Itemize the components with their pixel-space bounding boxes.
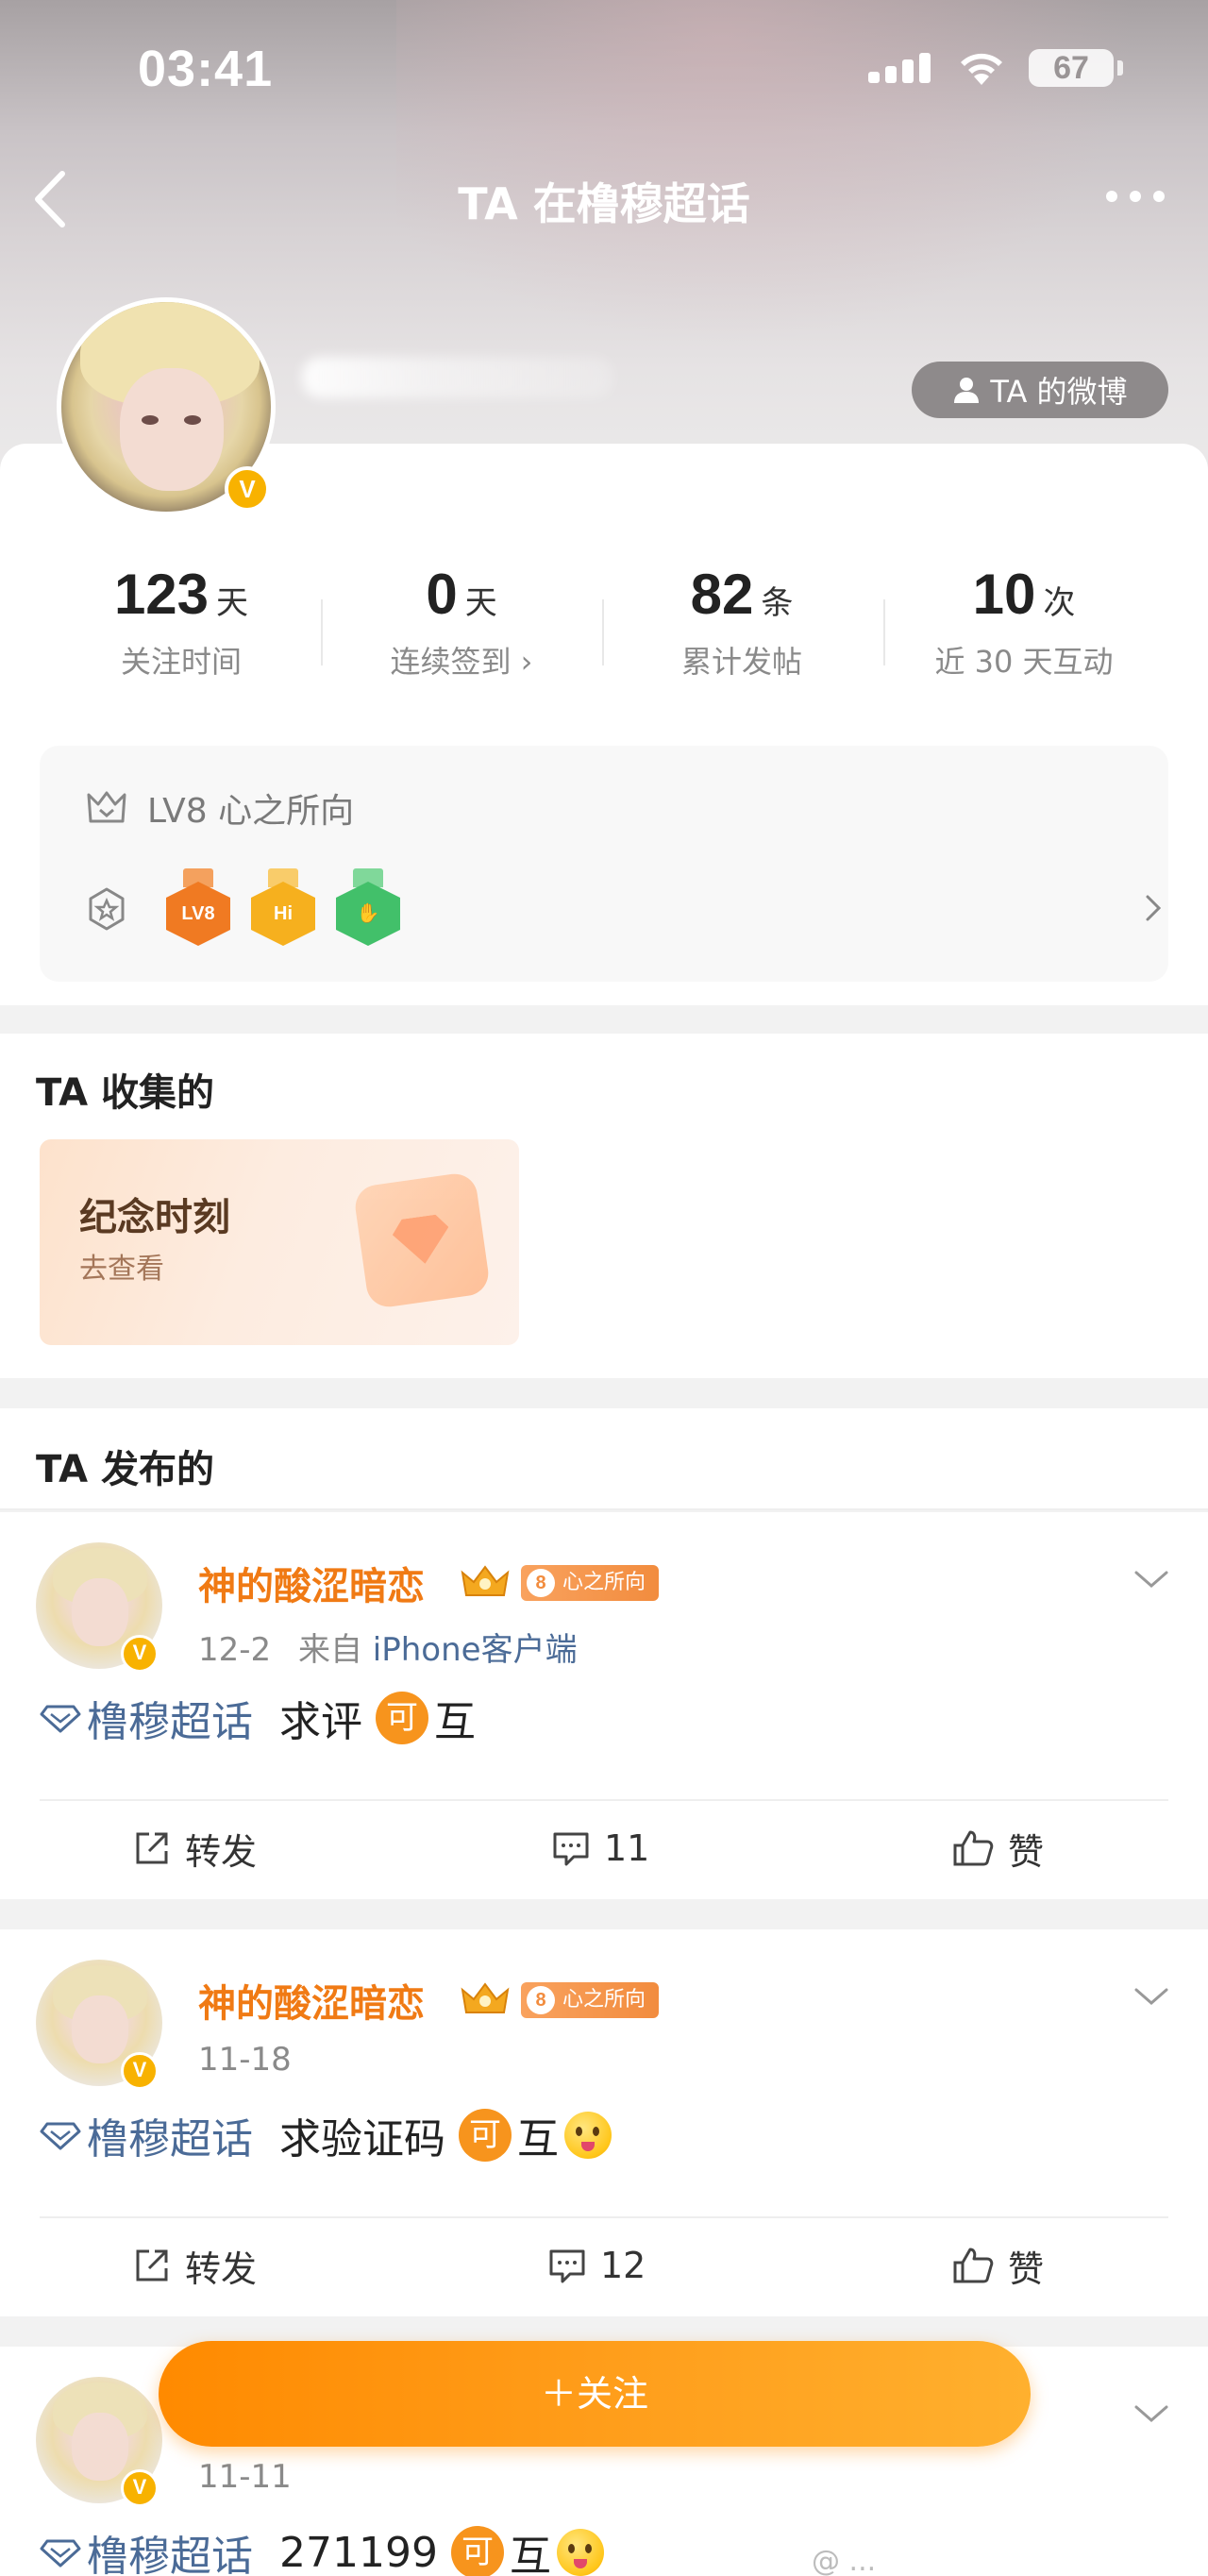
memory-moments-card[interactable]: 纪念时刻 去查看 xyxy=(40,1139,519,1345)
username-blurred xyxy=(302,357,613,398)
status-bar: 03:41 67 xyxy=(0,0,1208,142)
collected-section: TA 收集的 纪念时刻 去查看 xyxy=(0,1034,1208,1378)
verified-badge-icon: V xyxy=(121,2052,159,2090)
more-options-icon[interactable] xyxy=(1102,179,1168,217)
medal-icon xyxy=(89,887,125,931)
stat-total-posts: 82 条 累计发帖 xyxy=(680,563,802,680)
post-content: 橹穆超话 求评 可 互 xyxy=(40,1690,476,1746)
comment-icon xyxy=(549,2249,585,2283)
medal-hi[interactable]: Hi xyxy=(251,868,315,948)
post-author-name[interactable]: 神的酸涩暗恋 xyxy=(198,1973,425,2028)
topic-link[interactable]: 橹穆超话 xyxy=(40,2522,253,2576)
post-actions: 转发 12 赞 xyxy=(0,2218,1208,2313)
stat-checkin[interactable]: 0天 连续签到 › xyxy=(320,562,603,682)
collected-title: TA 收集的 xyxy=(36,1071,215,1115)
published-section-header: TA 发布的 xyxy=(0,1408,1208,1510)
divider xyxy=(321,599,323,665)
stat-follow-time: 123 天 关注时间 xyxy=(113,563,249,680)
ke-emoji-icon: 可 xyxy=(376,1692,428,1744)
crown-icon xyxy=(461,1982,510,2013)
ke-emoji-icon: 可 xyxy=(459,2109,512,2162)
post-text: 求评 xyxy=(279,1698,362,1746)
post-text: 271199 xyxy=(279,2528,438,2576)
like-button[interactable]: 赞 xyxy=(951,2218,1044,2313)
post-actions: 转发 11 赞 xyxy=(0,1801,1208,1895)
repost-button[interactable]: 转发 xyxy=(132,1801,257,1895)
stats-row: 123 天 关注时间 0天 连续签到 › 82 条 累计发帖 10 次 近 30 天互… xyxy=(0,562,1208,694)
tongue-emoji-icon xyxy=(564,2112,612,2159)
repost-button[interactable]: 转发 xyxy=(132,2218,257,2313)
post-text-tail: 互 xyxy=(509,2533,551,2576)
verified-badge-icon: V xyxy=(121,1635,159,1673)
calendar-heart-icon xyxy=(352,1170,492,1310)
tongue-emoji-icon xyxy=(556,2529,604,2576)
chevron-right-icon xyxy=(1146,895,1162,921)
medal-lv8[interactable]: LV8 xyxy=(166,868,230,948)
verified-badge-icon: V xyxy=(121,2469,159,2507)
post-text-tail: 互 xyxy=(434,1698,476,1746)
level-medal-panel[interactable]: LV8 心之所向 LV8 Hi ✋ xyxy=(40,746,1168,982)
diamond-icon xyxy=(40,2122,81,2150)
ke-emoji-icon: 可 xyxy=(450,2526,504,2576)
ta-weibo-button[interactable]: TA 的微博 xyxy=(912,362,1168,418)
divider xyxy=(883,599,885,665)
memory-card-link: 去查看 xyxy=(79,1253,164,1286)
comment-icon xyxy=(553,1832,589,1866)
post-card[interactable]: V 神的酸涩暗恋 8 心之所向 11-18 橹穆超话 求验证码 可 互 转发 1… xyxy=(0,1929,1208,2316)
share-icon xyxy=(136,2249,168,2281)
topic-link[interactable]: 橹穆超话 xyxy=(40,1688,253,1748)
published-title: TA 发布的 xyxy=(36,1448,215,1491)
post-text: 求验证码 xyxy=(279,2115,445,2164)
chevron-down-icon[interactable] xyxy=(1132,1565,1170,1593)
nav-bar: TA 在橹穆超话 xyxy=(0,151,1208,245)
post-text-tail: 互 xyxy=(517,2115,559,2164)
verified-badge-icon: V xyxy=(225,466,270,512)
crown-icon xyxy=(461,1565,510,1596)
thumbs-up-icon xyxy=(953,2248,994,2283)
post-meta: 11-11 xyxy=(198,2458,292,2496)
wifi-icon xyxy=(961,53,1002,85)
comment-button[interactable]: 11 xyxy=(551,1801,649,1895)
thumbs-up-icon xyxy=(953,1830,994,1866)
status-time: 03:41 xyxy=(138,41,274,97)
diamond-icon xyxy=(40,2539,81,2568)
page-title: TA 在橹穆超话 xyxy=(458,178,750,229)
divider xyxy=(602,599,604,665)
post-card[interactable]: V 神的酸涩暗恋 8 心之所向 12-2 来自 iPhone客户端 橹穆超话 求… xyxy=(0,1512,1208,1899)
weibo-watermark: @ ... xyxy=(812,2545,877,2576)
battery-icon: 67 xyxy=(1029,49,1114,87)
post-content: 橹穆超话 271199 可 互 xyxy=(40,2524,604,2576)
diamond-icon xyxy=(40,1705,81,1733)
memory-card-title: 纪念时刻 xyxy=(79,1196,230,1239)
like-button[interactable]: 赞 xyxy=(951,1801,1044,1895)
follow-button[interactable]: ＋关注 xyxy=(159,2341,1031,2447)
post-meta: 11-18 xyxy=(198,2041,292,2079)
stat-interactions: 10 次 近 30 天互动 xyxy=(934,563,1114,680)
chevron-down-icon[interactable] xyxy=(1132,2399,1170,2428)
post-meta: 12-2 来自 iPhone客户端 xyxy=(198,1631,578,1669)
level-text: LV8 心之所向 xyxy=(147,792,355,831)
fan-level-badge: 8 心之所向 xyxy=(521,1565,660,1601)
profile-card: 123 天 关注时间 0天 连续签到 › 82 条 累计发帖 10 次 近 30 天互… xyxy=(0,444,1208,1005)
chevron-down-icon[interactable] xyxy=(1132,1982,1170,2011)
medals-row: LV8 Hi ✋ xyxy=(85,868,1162,953)
share-icon xyxy=(136,1832,168,1864)
level-row: LV8 心之所向 xyxy=(85,783,354,833)
battery-tip xyxy=(1117,60,1123,76)
comment-button[interactable]: 12 xyxy=(547,2218,646,2313)
fan-level-badge: 8 心之所向 xyxy=(521,1982,660,2018)
topic-link[interactable]: 橹穆超话 xyxy=(40,2105,253,2165)
cellular-signal-icon xyxy=(868,51,934,83)
post-content: 橹穆超话 求验证码 可 互 xyxy=(40,2107,612,2164)
ta-weibo-label: TA 的微博 xyxy=(990,374,1128,410)
post-author-name[interactable]: 神的酸涩暗恋 xyxy=(198,1556,425,1610)
user-icon xyxy=(954,378,980,403)
medal-hand[interactable]: ✋ xyxy=(336,868,400,948)
level-crown-icon xyxy=(87,791,126,823)
